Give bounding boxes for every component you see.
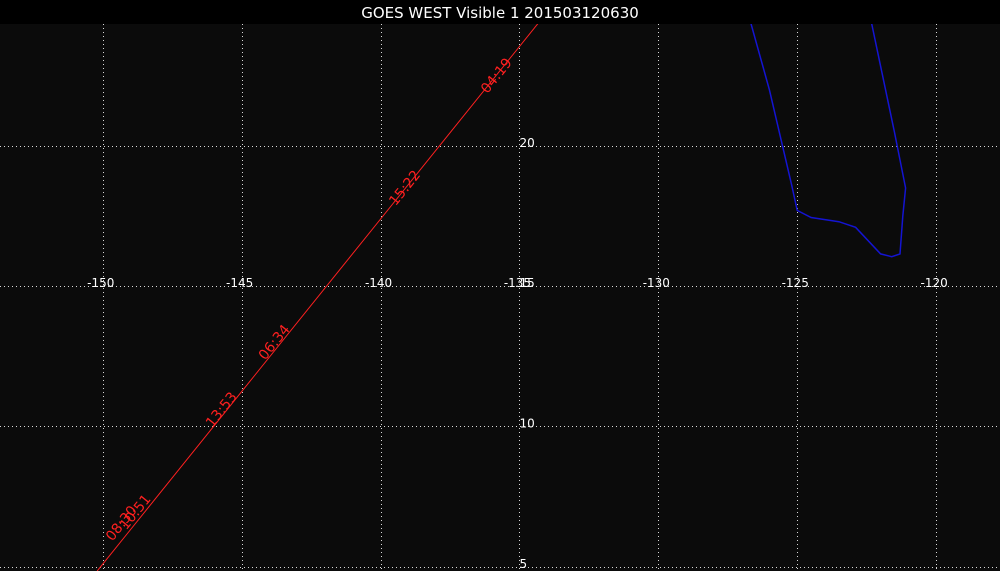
lat-tick-label: 15 bbox=[519, 276, 534, 290]
lat-tick-label: 10 bbox=[519, 416, 534, 430]
map-background bbox=[0, 0, 1000, 571]
lon-tick-label: -145 bbox=[226, 276, 253, 290]
image-title: GOES WEST Visible 1 201503120630 bbox=[0, 0, 1000, 24]
lon-tick-label: -130 bbox=[643, 276, 670, 290]
map-plot: 04:1915:2206:3413:5310:5108:30 -150 -145-… bbox=[0, 0, 1000, 571]
lon-tick-label: -125 bbox=[782, 276, 809, 290]
lat-tick-label: 5 bbox=[519, 557, 527, 571]
lon-tick-label: -150 bbox=[87, 276, 114, 290]
lon-tick-label: -140 bbox=[365, 276, 392, 290]
lat-tick-label: 20 bbox=[519, 136, 534, 150]
lon-tick-label: -120 bbox=[920, 276, 947, 290]
